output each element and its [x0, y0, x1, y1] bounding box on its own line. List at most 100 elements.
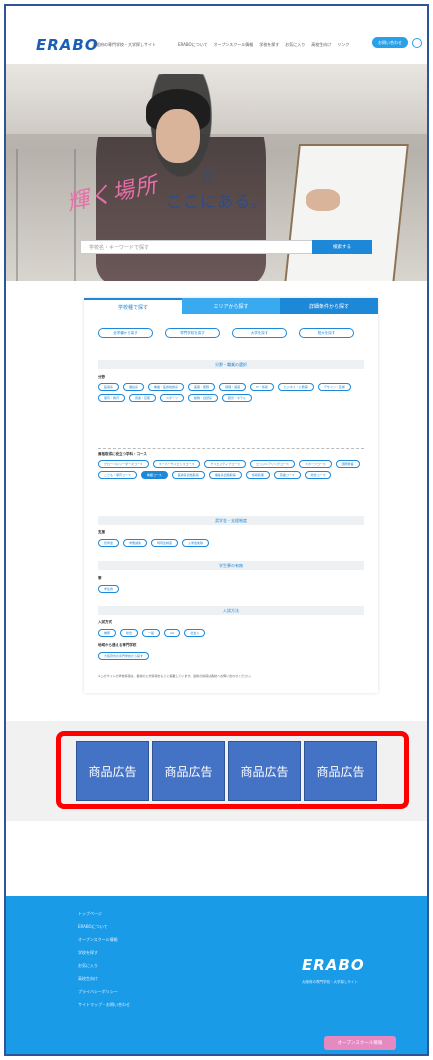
footer-link[interactable]: 高校生向け — [78, 976, 130, 982]
chip[interactable]: 調理・製菓 — [219, 383, 247, 391]
dorm-chips: 学生寮 — [98, 585, 364, 593]
footer-tagline: 大阪府の専門学校・大学探しサイト — [302, 980, 358, 984]
chip[interactable]: 国際教養 — [335, 460, 360, 468]
chip[interactable]: 特待生制度 — [151, 539, 179, 547]
chip[interactable]: 音楽・芸能 — [129, 394, 157, 402]
chip[interactable]: 福祉系資格取得 — [208, 471, 242, 479]
type-junior-college-button[interactable]: 短大を探す — [299, 328, 354, 338]
chip[interactable]: 情報処理 — [245, 471, 270, 479]
chip[interactable]: 英語コース — [273, 471, 301, 479]
product-ad[interactable]: 商品広告 — [76, 741, 149, 801]
chip[interactable]: 入学金免除 — [182, 539, 210, 547]
product-ad[interactable]: 商品広告 — [152, 741, 225, 801]
footer-logo[interactable]: ERABO — [302, 956, 365, 974]
chip[interactable]: こども・保育コース — [98, 471, 137, 479]
chip-selected[interactable]: 看護コース — [140, 471, 168, 479]
hero-catch-ga: が — [202, 169, 215, 183]
chip[interactable]: 総合コース — [304, 471, 332, 479]
chip[interactable]: AO — [164, 629, 181, 637]
search-tabs: 学校種で探す エリアから探す 詳細条件から探す — [84, 298, 378, 314]
hero-banner: 輝く場所 が ここにある。 学校名・キーワードで探す 検索する — [6, 64, 427, 281]
nav-item[interactable]: ERABOについて — [178, 42, 208, 48]
chip[interactable]: エンジニアリングコース — [249, 460, 295, 468]
hero-student-face — [156, 109, 200, 163]
region-chips: 大阪府内の専門学校から探す — [98, 652, 364, 660]
product-ad[interactable]: 商品広告 — [304, 741, 377, 801]
hero-catch-sub: ここにある。 — [166, 192, 269, 211]
chip[interactable]: 美容・服飾 — [188, 383, 216, 391]
field-chips: 医療系 福祉系 看護・医療技術系 美容・服飾 調理・製菓 IT・情報 ビジネス・… — [98, 383, 364, 402]
chip[interactable]: 推薦 — [98, 629, 117, 637]
search-panel: 学校種で探す エリアから探す 詳細条件から探す 全学種から探す 専門学校を探す … — [84, 298, 378, 693]
site-logo[interactable]: ERABO — [36, 36, 99, 54]
chip[interactable]: 看護・医療技術系 — [148, 383, 185, 391]
product-ad[interactable]: 商品広告 — [228, 741, 301, 801]
chip[interactable]: 動物・自然系 — [187, 394, 218, 402]
divider — [98, 448, 364, 449]
section-exam-header: 入試方法 — [98, 606, 364, 615]
ad-band: 商品広告 商品広告 商品広告 商品広告 — [6, 721, 427, 821]
main-nav: ERABOについて オープンスクール情報 学校を探す お気に入り 高校生向け リ… — [178, 42, 349, 48]
chip[interactable]: 学費減免 — [123, 539, 148, 547]
tab-school-type[interactable]: 学校種で探す — [84, 298, 182, 314]
support-chips: 奨学金 学費減免 特待生制度 入学金免除 — [98, 539, 364, 547]
chip[interactable]: 総合 — [120, 629, 139, 637]
course-chips: グローバルリーダーズコース スーパーサイエンスコース クリエイティブコース エン… — [98, 460, 364, 479]
footer-link[interactable]: ERABOについて — [78, 924, 130, 930]
chip[interactable]: IT・情報 — [250, 383, 274, 391]
open-school-button[interactable]: オープンスクール情報 — [324, 1036, 396, 1050]
chip[interactable]: 一般 — [142, 629, 161, 637]
site-header: ERABO 大阪府の専門学校・大学探しサイト ERABOについて オープンスクー… — [6, 6, 427, 64]
course-label: 資格取得に役立つ学科・コース — [98, 452, 147, 456]
hero-hand — [306, 189, 340, 211]
section-support-header: 奨学金・支援制度 — [98, 516, 364, 525]
site-footer: トップページ ERABOについて オープンスクール情報 学校を探す お気に入り … — [6, 896, 427, 1054]
section-dorm-header: 学生寮の有無 — [98, 561, 364, 570]
chip[interactable]: スポーツ — [160, 394, 184, 402]
chip[interactable]: 保育・教育 — [98, 394, 126, 402]
type-vocational-button[interactable]: 専門学校を探す — [165, 328, 220, 338]
support-label: 支援 — [98, 530, 105, 534]
nav-item[interactable]: 高校生向け — [311, 42, 331, 48]
school-type-buttons: 全学種から探す 専門学校を探す 大学を探す 短大を探す — [98, 328, 354, 338]
chip[interactable]: 医療系資格取得 — [171, 471, 205, 479]
chip[interactable]: スーパーサイエンスコース — [152, 460, 201, 468]
footer-link[interactable]: お気に入り — [78, 963, 130, 969]
nav-item[interactable]: お気に入り — [285, 42, 305, 48]
exam-label: 入試方式 — [98, 620, 112, 624]
chip[interactable]: デザイン・芸術 — [317, 383, 351, 391]
chip[interactable]: クリエイティブコース — [204, 460, 246, 468]
nav-item[interactable]: オープンスクール情報 — [214, 42, 254, 48]
footer-link[interactable]: 学校を探す — [78, 950, 130, 956]
tab-detail[interactable]: 詳細条件から探す — [280, 298, 378, 314]
chip[interactable]: 学生寮 — [98, 585, 120, 593]
chip[interactable]: 観光・ホテル — [222, 394, 253, 402]
footer-link[interactable]: オープンスクール情報 — [78, 937, 130, 943]
nav-item[interactable]: 学校を探す — [259, 42, 279, 48]
footer-link[interactable]: プライバシーポリシー — [78, 989, 130, 995]
exam-chips: 推薦 総合 一般 AO 社会人 — [98, 629, 364, 637]
footer-link[interactable]: サイトマップ・お問い合わせ — [78, 1002, 130, 1008]
hero-easel — [283, 144, 409, 281]
section-field-header: 分野・職業の選択 — [98, 360, 364, 369]
contact-button[interactable]: お問い合わせ — [372, 37, 408, 48]
footer-link[interactable]: トップページ — [78, 911, 130, 917]
chip[interactable]: 社会人 — [184, 629, 206, 637]
settings-icon[interactable] — [412, 38, 422, 48]
hero-stand — [16, 149, 76, 281]
nav-item[interactable]: リンク — [337, 42, 349, 48]
chip[interactable]: スポーツコース — [298, 460, 332, 468]
chip[interactable]: 大阪府内の専門学校から探す — [98, 652, 150, 660]
field-label: 分野 — [98, 375, 105, 379]
type-all-button[interactable]: 全学種から探す — [98, 328, 153, 338]
chip[interactable]: グローバルリーダーズコース — [98, 460, 149, 468]
hero-search-button[interactable]: 検索する — [312, 240, 372, 254]
chip[interactable]: 奨学金 — [98, 539, 120, 547]
type-university-button[interactable]: 大学を探す — [232, 328, 287, 338]
site-tagline: 大阪府の専門学校・大学探しサイト — [92, 42, 156, 47]
chip[interactable]: ビジネス・公務員 — [277, 383, 314, 391]
chip[interactable]: 医療系 — [98, 383, 120, 391]
hero-search-input[interactable]: 学校名・キーワードで探す — [80, 240, 340, 254]
chip[interactable]: 福祉系 — [123, 383, 145, 391]
tab-area[interactable]: エリアから探す — [182, 298, 280, 314]
